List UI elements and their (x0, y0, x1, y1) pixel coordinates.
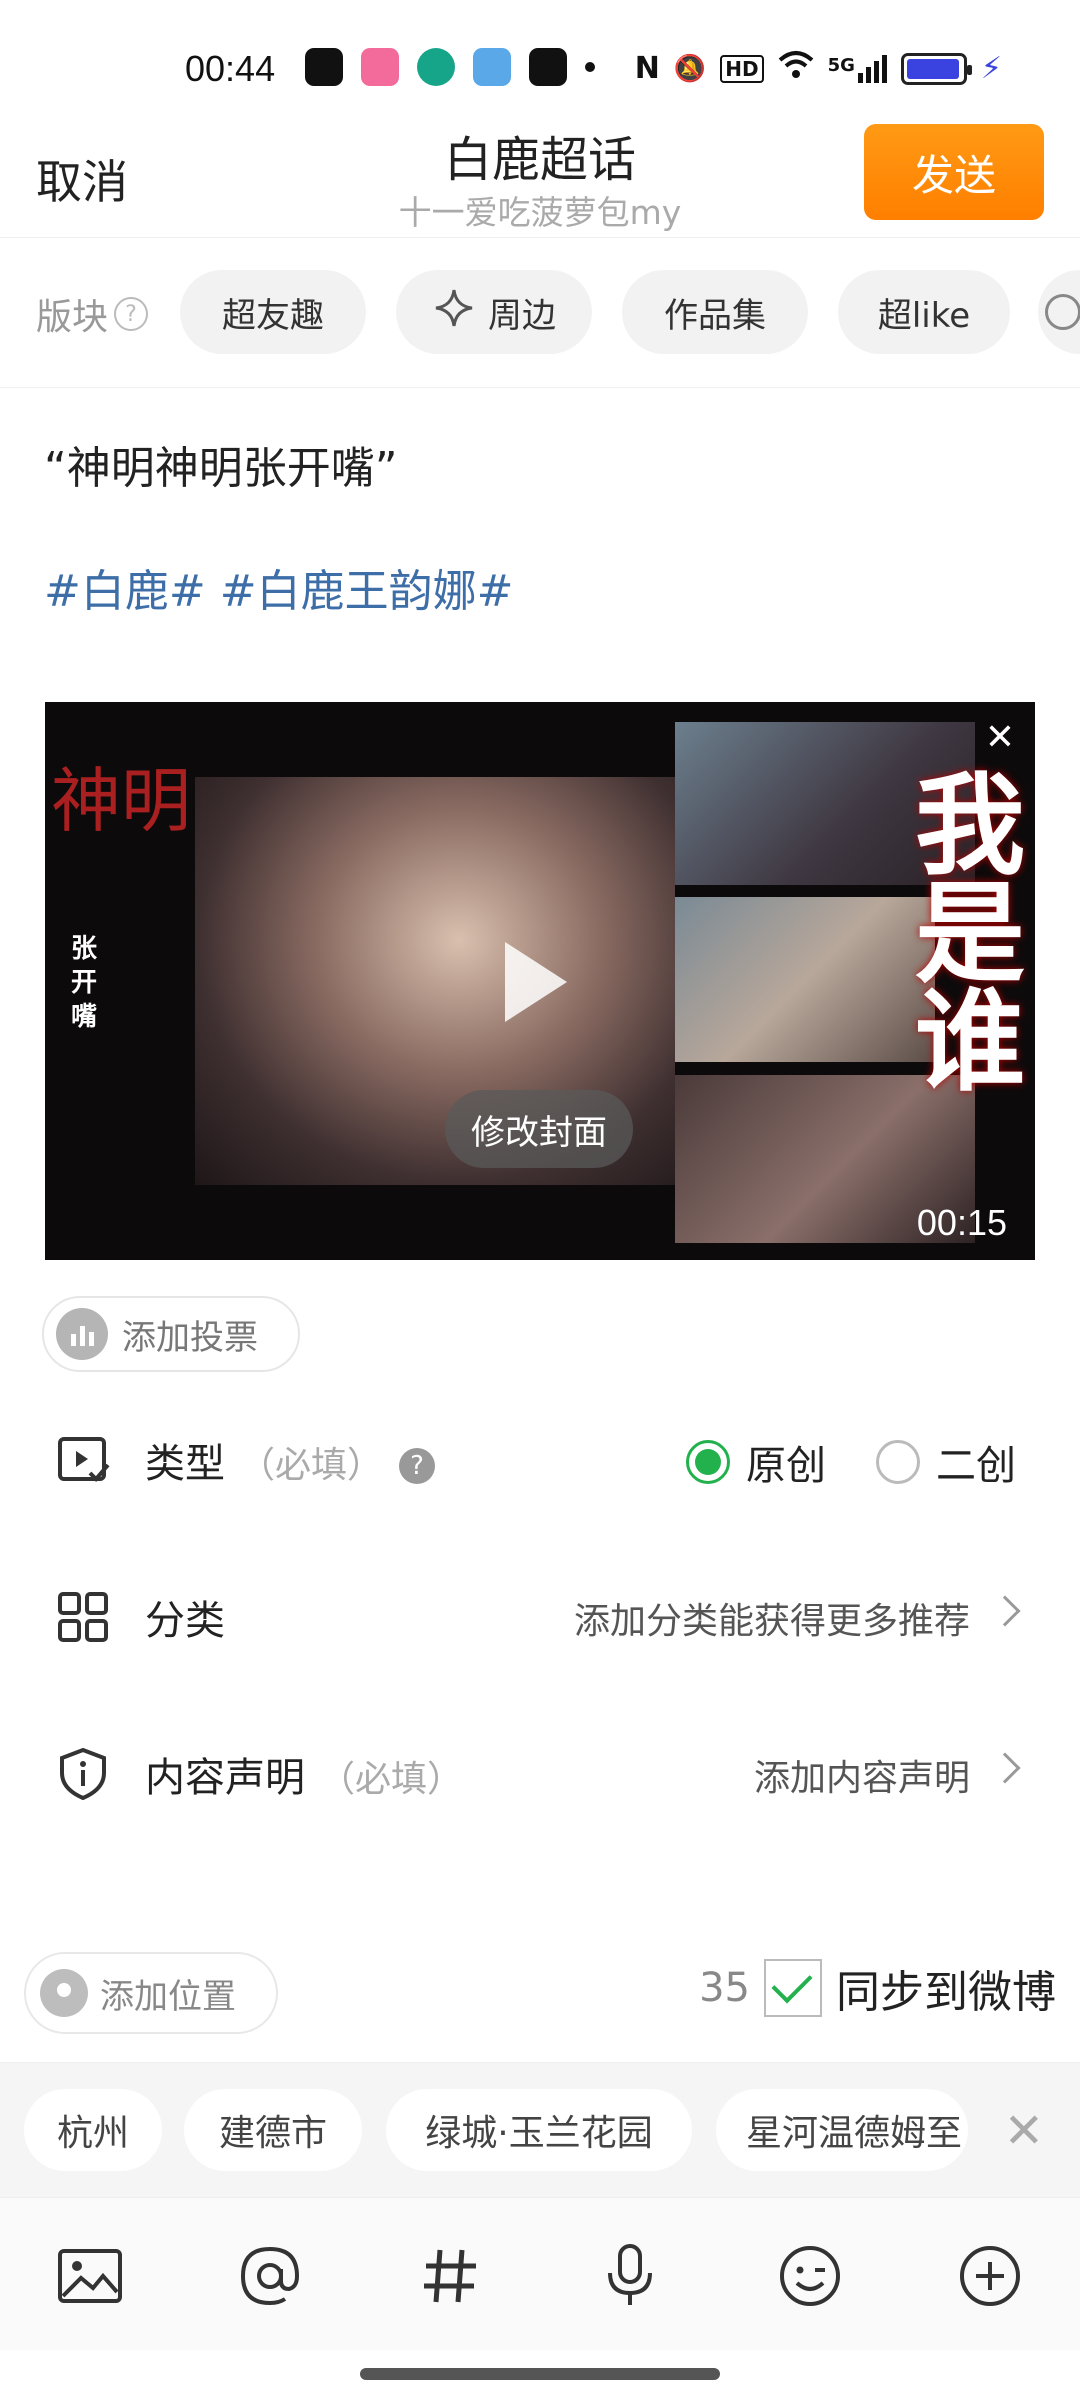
grid-icon (56, 1590, 110, 1644)
statement-hint: 添加内容声明 (753, 1758, 970, 1799)
radio-selected-icon (686, 1440, 730, 1484)
help-icon[interactable]: ? (114, 297, 149, 331)
play-icon[interactable] (505, 942, 567, 1022)
section-chip-chaoyouqu[interactable]: 超友趣 (180, 270, 366, 354)
close-icon[interactable]: ✕ (1004, 2103, 1044, 2159)
location-chip[interactable]: 星河温德姆至 (716, 2089, 968, 2171)
location-chip[interactable]: 建德市 (184, 2089, 362, 2171)
add-location-label: 添加位置 (100, 1976, 236, 2017)
video-preview[interactable]: 神明 张开嘴 我是谁 ✕ 修改封面 00:15 (45, 702, 1035, 1260)
bottom-toolbar (0, 2197, 1080, 2350)
microphone-icon[interactable] (594, 2240, 666, 2312)
signal-icon: 5G (827, 54, 887, 83)
type-label-text: 类型 (145, 1441, 225, 1487)
radio-original[interactable]: 原创 (686, 1433, 826, 1491)
post-hashtags[interactable]: #白鹿# #白鹿王韵娜# (44, 555, 513, 619)
send-button[interactable]: 发送 (864, 124, 1044, 220)
video-frame-middle-right (675, 897, 935, 1062)
smile-app-icon (529, 48, 567, 86)
radio-derivative-label: 二创 (936, 1443, 1016, 1489)
section-label-text: 版块 (36, 297, 109, 338)
type-required: （必填） (239, 1445, 384, 1486)
radio-derivative[interactable]: 二创 (876, 1433, 1016, 1491)
battery-icon (900, 52, 972, 85)
status-bar: 00:44 N 🔕 HD 5G ⚡ (0, 0, 1080, 120)
section-chip-zuopinji[interactable]: 作品集 (622, 270, 808, 354)
bilibili-icon (361, 48, 399, 86)
chevron-right-icon (989, 1595, 1021, 1627)
video-duration: 00:15 (916, 1202, 1007, 1243)
section-chip-label: 作品集 (664, 295, 766, 336)
section-chip-zhoubian[interactable]: 周边 (396, 270, 592, 354)
location-pin-icon (40, 1969, 88, 2017)
weather-icon (473, 48, 511, 86)
sparkle-icon (432, 286, 476, 339)
wifi-icon (778, 50, 814, 87)
radio-original-label: 原创 (746, 1443, 826, 1489)
category-row[interactable]: 分类 添加分类能获得更多推荐 (0, 1560, 1080, 1670)
close-icon[interactable]: ✕ (975, 712, 1025, 762)
partial-icon (1045, 294, 1080, 330)
category-label: 分类 (145, 1598, 225, 1644)
video-type-icon (56, 1433, 110, 1487)
video-overlay-right-big: 我是谁 (915, 761, 1025, 1106)
header: 取消 白鹿超话 十一爱吃菠萝包my 发送 (0, 120, 1080, 238)
type-row: 类型 （必填）? 原创 二创 (0, 1403, 1080, 1513)
video-overlay-left-big: 神明 (51, 760, 191, 842)
section-chip-more[interactable] (1038, 270, 1080, 354)
network-type: 5G (827, 54, 855, 76)
edit-cover-button[interactable]: 修改封面 (445, 1090, 633, 1168)
section-selector: 版块 ? 超友趣 周边 作品集 超like (0, 238, 1080, 388)
app-green-icon (417, 48, 455, 86)
help-icon[interactable]: ? (399, 1448, 436, 1484)
remaining-count: 35 (699, 1965, 750, 2011)
image-icon[interactable] (54, 2240, 126, 2312)
statement-label: 内容声明 （必填） (145, 1745, 463, 1803)
statement-required: （必填） (319, 1759, 464, 1800)
shield-info-icon (56, 1747, 110, 1801)
section-label: 版块 ? (36, 288, 149, 340)
statement-label-text: 内容声明 (145, 1755, 305, 1801)
status-time: 00:44 (185, 48, 276, 89)
add-icon[interactable] (954, 2240, 1026, 2312)
add-vote-label: 添加投票 (122, 1317, 258, 1358)
sync-label[interactable]: 同步到微博 (836, 1956, 1056, 2020)
home-indicator[interactable] (360, 2368, 720, 2380)
add-vote-button[interactable]: 添加投票 (42, 1296, 300, 1372)
hd-icon: HD (720, 54, 764, 83)
system-icons: N 🔕 HD 5G ⚡ (635, 50, 1002, 87)
radio-unselected-icon (876, 1440, 920, 1484)
sync-weibo: 35 同步到微博 (699, 1956, 1056, 2020)
content-statement-row[interactable]: 内容声明 （必填） 添加内容声明 (0, 1717, 1080, 1827)
dot-icon (585, 62, 595, 72)
section-chip-label: 超like (877, 295, 971, 336)
section-chip-label: 周边 (488, 295, 556, 336)
location-chip[interactable]: 绿城·玉兰花园 (386, 2089, 692, 2171)
mention-icon[interactable] (234, 2240, 306, 2312)
notification-icons (305, 48, 595, 86)
section-chip-label: 超友趣 (222, 295, 324, 336)
location-chip[interactable]: 杭州 (24, 2089, 162, 2171)
nfc-icon: N (634, 51, 660, 86)
mute-icon: 🔕 (673, 53, 707, 84)
type-label: 类型 （必填）? (145, 1431, 436, 1489)
poll-icon (56, 1308, 108, 1360)
charging-icon: ⚡ (980, 51, 1002, 86)
tiktok-icon (305, 48, 343, 86)
location-suggestions: 杭州 建德市 绿城·玉兰花园 星河温德姆至 ✕ (0, 2062, 1080, 2197)
category-hint: 添加分类能获得更多推荐 (573, 1601, 970, 1642)
post-text[interactable]: “神明神明张开嘴” (44, 432, 398, 496)
video-overlay-left-small: 张开嘴 (71, 934, 98, 1032)
hashtag-icon[interactable] (414, 2240, 486, 2312)
section-chip-chaolike[interactable]: 超like (838, 270, 1010, 354)
chevron-right-icon (989, 1752, 1021, 1784)
add-location-button[interactable]: 添加位置 (24, 1952, 278, 2034)
sync-checkbox[interactable] (764, 1959, 822, 2017)
emoji-icon[interactable] (774, 2240, 846, 2312)
